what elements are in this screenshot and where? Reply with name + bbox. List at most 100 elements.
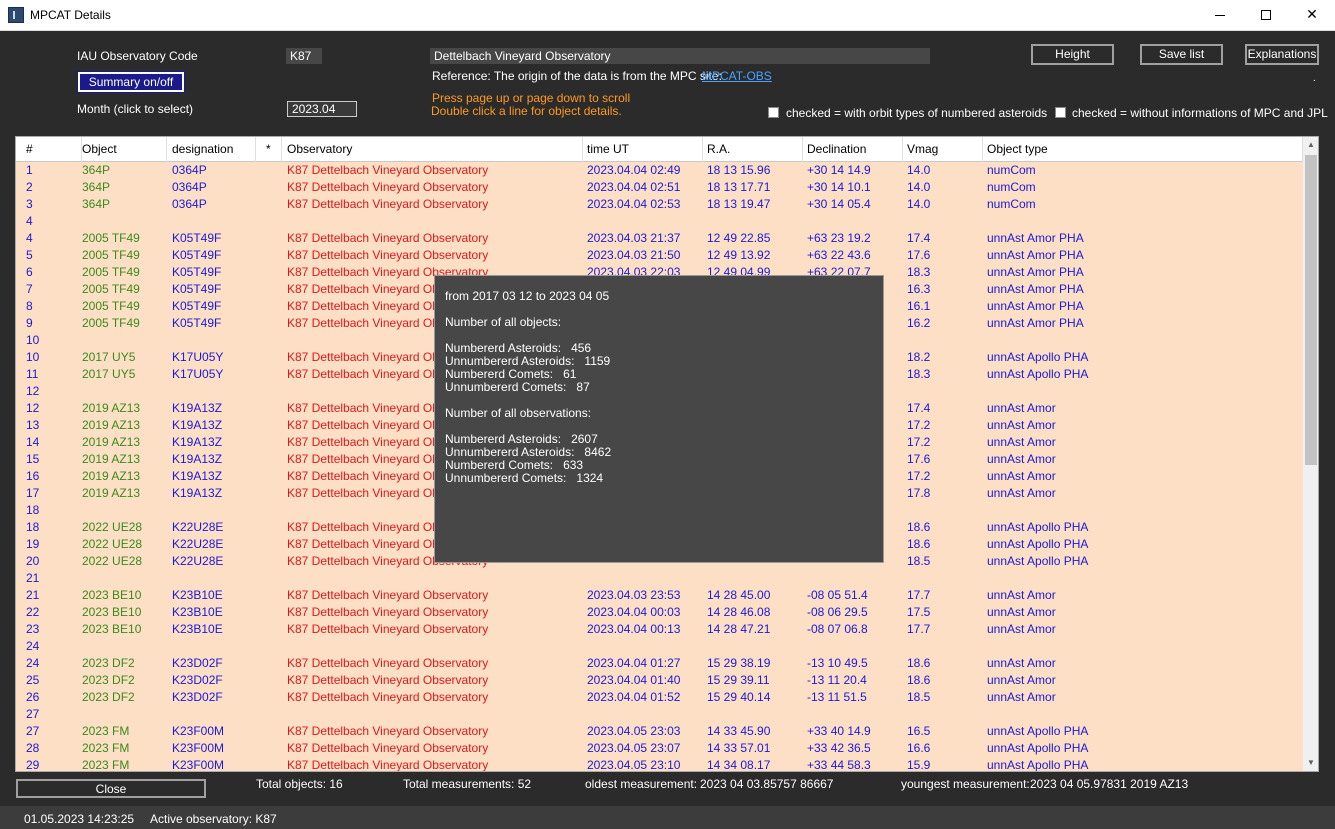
cell-object-type: unnAst Amor: [987, 486, 1056, 500]
scroll-down-icon[interactable]: ▼: [1303, 755, 1318, 771]
cell-object-type: unnAst Apollo PHA: [987, 367, 1089, 381]
scroll-up-icon[interactable]: ▲: [1303, 137, 1318, 153]
cell-time: 2023.04.03 21:50: [587, 248, 681, 262]
table-row[interactable]: 21: [16, 570, 1303, 587]
cell-vmag: 18.3: [907, 265, 931, 279]
summary-range: from 2017 03 12 to 2023 04 05: [445, 289, 610, 303]
col-header-vmag[interactable]: Vmag: [903, 137, 983, 162]
cell-object-type: unnAst Apollo PHA: [987, 758, 1089, 772]
cell-time: 2023.04.04 02:53: [587, 197, 681, 211]
cell-designation: K23B10E: [172, 622, 223, 636]
table-row[interactable]: 3 364P 0364P K87 Dettelbach Vineyard Observ…: [16, 196, 1303, 213]
cell-designation: K05T49F: [172, 231, 222, 245]
cell-object: 2019 AZ13: [82, 486, 141, 500]
cell-vmag: 18.6: [907, 656, 931, 670]
cell-declination: -13 11 20.4: [807, 673, 867, 687]
table-row[interactable]: 28 2023 FM K23F00M K87 Dettelbach Vineyard …: [16, 740, 1303, 757]
cell-vmag: 16.1: [907, 299, 931, 313]
without-mpc-jpl-checkbox[interactable]: [1055, 107, 1066, 118]
cell-time: 2023.04.04 01:40: [587, 673, 681, 687]
footer-panel: Close Total objects: 16 Total measuremen…: [0, 773, 1335, 805]
cell-ra: 12 49 13.92: [707, 248, 771, 262]
cell-number: 8: [26, 299, 33, 313]
cell-ra: 12 49 22.85: [707, 231, 771, 245]
orbit-types-checkbox[interactable]: [768, 107, 779, 118]
table-row[interactable]: 1 364P 0364P K87 Dettelbach Vineyard Observ…: [16, 162, 1303, 179]
cell-declination: +30 14 10.1: [807, 180, 871, 194]
cell-number: 25: [26, 673, 40, 687]
height-button[interactable]: Height: [1031, 44, 1114, 65]
youngest-label: youngest measurement:: [901, 777, 1030, 791]
summary-toggle-button[interactable]: Summary on/off: [77, 71, 185, 93]
cell-observatory: K87 Dettelbach Vineyard Obse: [287, 520, 452, 534]
iau-code-field[interactable]: K87: [286, 48, 322, 64]
cell-observatory: K87 Dettelbach Vineyard Obse: [287, 486, 452, 500]
cell-designation: K05T49F: [172, 248, 222, 262]
save-list-button[interactable]: Save list: [1140, 44, 1223, 65]
cell-observatory: K87 Dettelbach Vineyard Obse: [287, 367, 452, 381]
cell-object-type: unnAst Apollo PHA: [987, 537, 1089, 551]
cell-number: 26: [26, 690, 40, 704]
cell-vmag: 16.2: [907, 316, 931, 330]
cell-vmag: 15.9: [907, 758, 931, 772]
mpcat-obs-link[interactable]: MPCAT-OBS: [702, 69, 772, 83]
month-select[interactable]: 2023.04: [287, 101, 357, 117]
close-button[interactable]: Close: [16, 779, 206, 798]
table-row[interactable]: 23 2023 BE10 K23B10E K87 Dettelbach Vineyar…: [16, 621, 1303, 638]
table-row[interactable]: 4 2005 TF49 K05T49F K87 Dettelbach Vineyard…: [16, 230, 1303, 247]
app-icon: [8, 7, 24, 23]
cell-vmag: 18.2: [907, 350, 931, 364]
table-row[interactable]: 5 2005 TF49 K05T49F K87 Dettelbach Vineyard…: [16, 247, 1303, 264]
cell-observatory: K87 Dettelbach Vineyard Observatory: [287, 758, 489, 772]
table-row[interactable]: 26 2023 DF2 K23D02F K87 Dettelbach Vineyard…: [16, 689, 1303, 706]
cell-declination: +33 42 36.5: [807, 741, 871, 755]
cell-number: 2: [26, 180, 33, 194]
table-row[interactable]: 29 2023 FM K23F00M K87 Dettelbach Vineyard …: [16, 757, 1303, 772]
table-row[interactable]: 22 2023 BE10 K23B10E K87 Dettelbach Vineyar…: [16, 604, 1303, 621]
table-row[interactable]: 21 2023 BE10 K23B10E K87 Dettelbach Vineyar…: [16, 587, 1303, 604]
total-objects: Total objects: 16: [256, 777, 343, 791]
maximize-icon[interactable]: [1243, 0, 1289, 30]
col-header-number[interactable]: #: [22, 137, 82, 162]
col-header-time[interactable]: time UT: [583, 137, 703, 162]
explanations-button[interactable]: Explanations: [1245, 44, 1319, 65]
cell-declination: +30 14 14.9: [807, 163, 871, 177]
cell-object: 2005 TF49: [82, 299, 140, 313]
cell-time: 2023.04.03 23:53: [587, 588, 681, 602]
summary-line: Unnumbererd Comets: 87: [445, 381, 873, 394]
minimize-icon[interactable]: [1197, 0, 1243, 30]
col-header-ra[interactable]: R.A.: [703, 137, 803, 162]
cell-designation: K19A13Z: [172, 486, 223, 500]
cell-object: 2022 UE28: [82, 554, 143, 568]
cell-observatory: K87 Dettelbach Vineyard Observatory: [287, 163, 489, 177]
table-row[interactable]: 27 2023 FM K23F00M K87 Dettelbach Vineyard …: [16, 723, 1303, 740]
table-row[interactable]: 2 364P 0364P K87 Dettelbach Vineyard Observ…: [16, 179, 1303, 196]
close-window-icon[interactable]: ✕: [1289, 0, 1335, 30]
col-header-observatory[interactable]: Observatory: [283, 137, 583, 162]
month-label: Month (click to select): [77, 102, 194, 116]
cell-object: 364P: [82, 197, 111, 211]
vertical-scrollbar[interactable]: ▲ ▼: [1303, 137, 1318, 771]
cell-vmag: 16.3: [907, 282, 931, 296]
cell-object-type: unnAst Amor PHA: [987, 265, 1084, 279]
scroll-thumb[interactable]: [1305, 155, 1317, 465]
summary-line-label: Unnumbererd Asteroids:: [445, 445, 575, 459]
table-row[interactable]: 4: [16, 213, 1303, 230]
summary-line-value: 1159: [584, 354, 611, 368]
cell-number: 4: [26, 214, 33, 228]
cell-ra: 18 13 17.71: [707, 180, 771, 194]
col-header-declination[interactable]: Declination: [803, 137, 903, 162]
table-row[interactable]: 24: [16, 638, 1303, 655]
col-header-designation[interactable]: designation: [168, 137, 256, 162]
cell-ra: 15 29 40.14: [707, 690, 771, 704]
col-header-object-type[interactable]: Object type: [983, 137, 1303, 162]
table-row[interactable]: 27: [16, 706, 1303, 723]
col-header-star[interactable]: *: [262, 137, 282, 162]
cell-declination: +30 14 05.4: [807, 197, 871, 211]
table-row[interactable]: 25 2023 DF2 K23D02F K87 Dettelbach Vineyard…: [16, 672, 1303, 689]
cell-vmag: 17.4: [907, 401, 931, 415]
table-row[interactable]: 24 2023 DF2 K23D02F K87 Dettelbach Vineyard…: [16, 655, 1303, 672]
cell-observatory: K87 Dettelbach Vineyard Observatory: [287, 673, 489, 687]
col-header-object[interactable]: Object: [78, 137, 167, 162]
cell-object-type: numCom: [987, 163, 1036, 177]
